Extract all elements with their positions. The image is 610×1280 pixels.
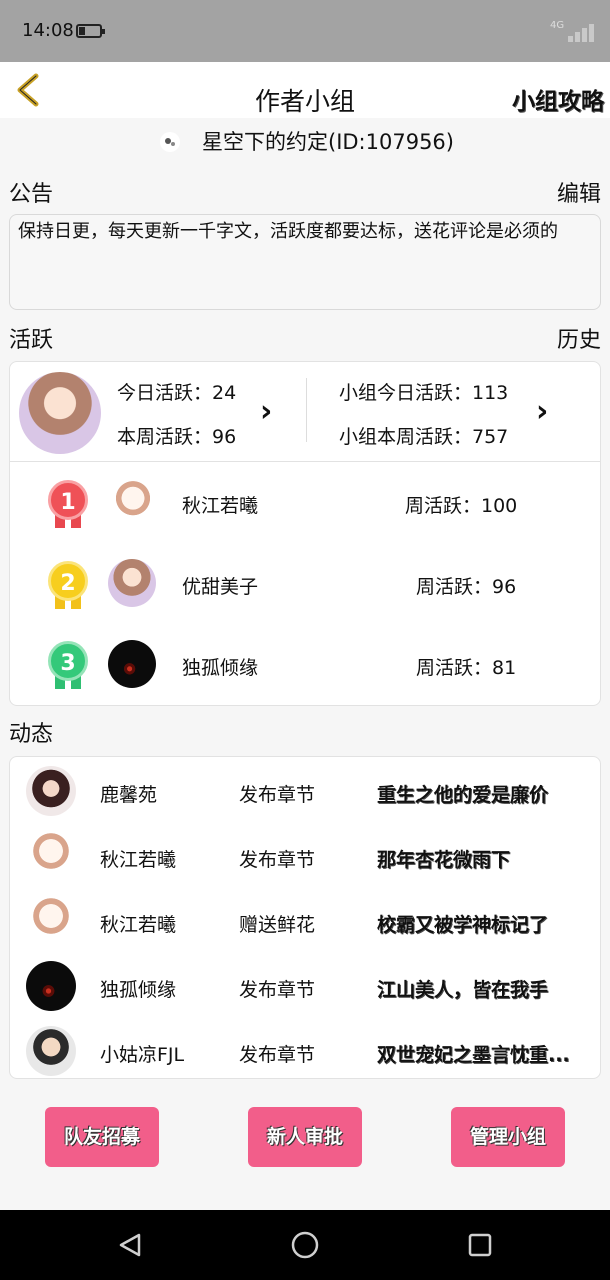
edit-notice-button[interactable]: 编辑	[557, 176, 601, 208]
member-avatar	[109, 479, 157, 527]
feed-avatar	[26, 831, 76, 881]
status-time: 14:08	[22, 20, 74, 41]
approve-newcomers-button[interactable]: 新人审批	[248, 1107, 362, 1167]
signal-icon: 4G	[550, 20, 596, 42]
member-name: 优甜美子	[182, 576, 259, 598]
member-week-activity: 周活跃：100	[405, 495, 518, 517]
feed-avatar	[26, 1026, 76, 1076]
group-activity-chevron-icon[interactable]: ›	[536, 394, 548, 429]
battery-icon	[76, 24, 105, 38]
network-label: 4G	[550, 20, 565, 31]
group-logo-icon	[160, 132, 180, 152]
notice-text: 保持日更，每天更新一千字文，活跃度都要达标，送花评论是必须的	[9, 214, 601, 310]
feed-user-name: 秋江若曦	[100, 849, 177, 871]
rank-number: 3	[48, 641, 88, 681]
user-avatar[interactable]	[19, 372, 101, 454]
feed-book-title[interactable]: 那年杏花微雨下	[377, 845, 510, 872]
feed-book-title[interactable]: 校霸又被学神标记了	[377, 910, 548, 937]
member-avatar	[108, 640, 156, 688]
group-info: 星空下的约定(ID:107956)	[0, 118, 610, 164]
feed-action: 发布章节	[239, 1044, 316, 1066]
header: 作者小组 小组攻略	[0, 62, 610, 118]
recruit-button[interactable]: 队友招募	[45, 1107, 159, 1167]
home-nav-icon[interactable]	[291, 1231, 319, 1259]
week-activity: 本周活跃：96	[117, 426, 237, 448]
activity-heading: 活跃	[9, 328, 54, 353]
feed-user-name: 秋江若曦	[100, 914, 177, 936]
rank-number: 1	[48, 480, 88, 520]
feed-user-name: 独孤倾缘	[100, 979, 177, 1001]
status-bar: 14:08 4G	[0, 0, 610, 62]
feed-action: 赠送鲜花	[239, 914, 316, 936]
manage-group-button[interactable]: 管理小组	[451, 1107, 565, 1167]
notice-heading: 公告	[9, 182, 54, 207]
group-guide-link[interactable]: 小组攻略	[512, 82, 604, 116]
group-today-activity: 小组今日活跃：113	[339, 382, 509, 404]
member-week-activity: 周活跃：81	[416, 657, 517, 679]
feed-user-name: 鹿馨苑	[100, 784, 158, 806]
feed-book-title[interactable]: 重生之他的爱是廉价	[377, 780, 548, 807]
bronze-medal-icon: 3	[48, 641, 88, 689]
feed-action: 发布章节	[239, 849, 316, 871]
divider	[10, 461, 600, 462]
feed-action: 发布章节	[239, 784, 316, 806]
feed-panel: 鹿馨苑 发布章节 重生之他的爱是廉价 秋江若曦 发布章节 那年杏花微雨下 秋江若…	[9, 756, 601, 1079]
member-avatar	[108, 559, 156, 607]
feed-action: 发布章节	[239, 979, 316, 1001]
member-name: 独孤倾缘	[182, 657, 259, 679]
feed-avatar	[26, 766, 76, 816]
divider	[306, 378, 307, 442]
group-week-activity: 小组本周活跃：757	[339, 426, 509, 448]
feed-book-title[interactable]: 江山美人，皆在我手	[377, 975, 548, 1002]
recents-nav-icon[interactable]	[468, 1233, 492, 1257]
back-nav-icon[interactable]	[117, 1232, 143, 1258]
feed-user-name: 小姑凉FJL	[100, 1044, 185, 1066]
member-week-activity: 周活跃：96	[416, 576, 517, 598]
feed-heading: 动态	[9, 722, 54, 747]
rank-number: 2	[48, 561, 88, 601]
feed-book-title[interactable]: 双世宠妃之墨言忱重...	[377, 1040, 570, 1067]
feed-avatar	[26, 961, 76, 1011]
activity-panel: 今日活跃：24 本周活跃：96 › 小组今日活跃：113 小组本周活跃：757 …	[9, 361, 601, 706]
history-button[interactable]: 历史	[557, 322, 601, 354]
member-name: 秋江若曦	[182, 495, 259, 517]
personal-activity-chevron-icon[interactable]: ›	[260, 394, 272, 429]
silver-medal-icon: 2	[48, 561, 88, 609]
gold-medal-icon: 1	[48, 480, 88, 528]
feed-avatar	[26, 896, 76, 946]
group-name: 星空下的约定(ID:107956)	[202, 130, 454, 154]
today-activity: 今日活跃：24	[117, 382, 237, 404]
navigation-bar	[0, 1210, 610, 1280]
